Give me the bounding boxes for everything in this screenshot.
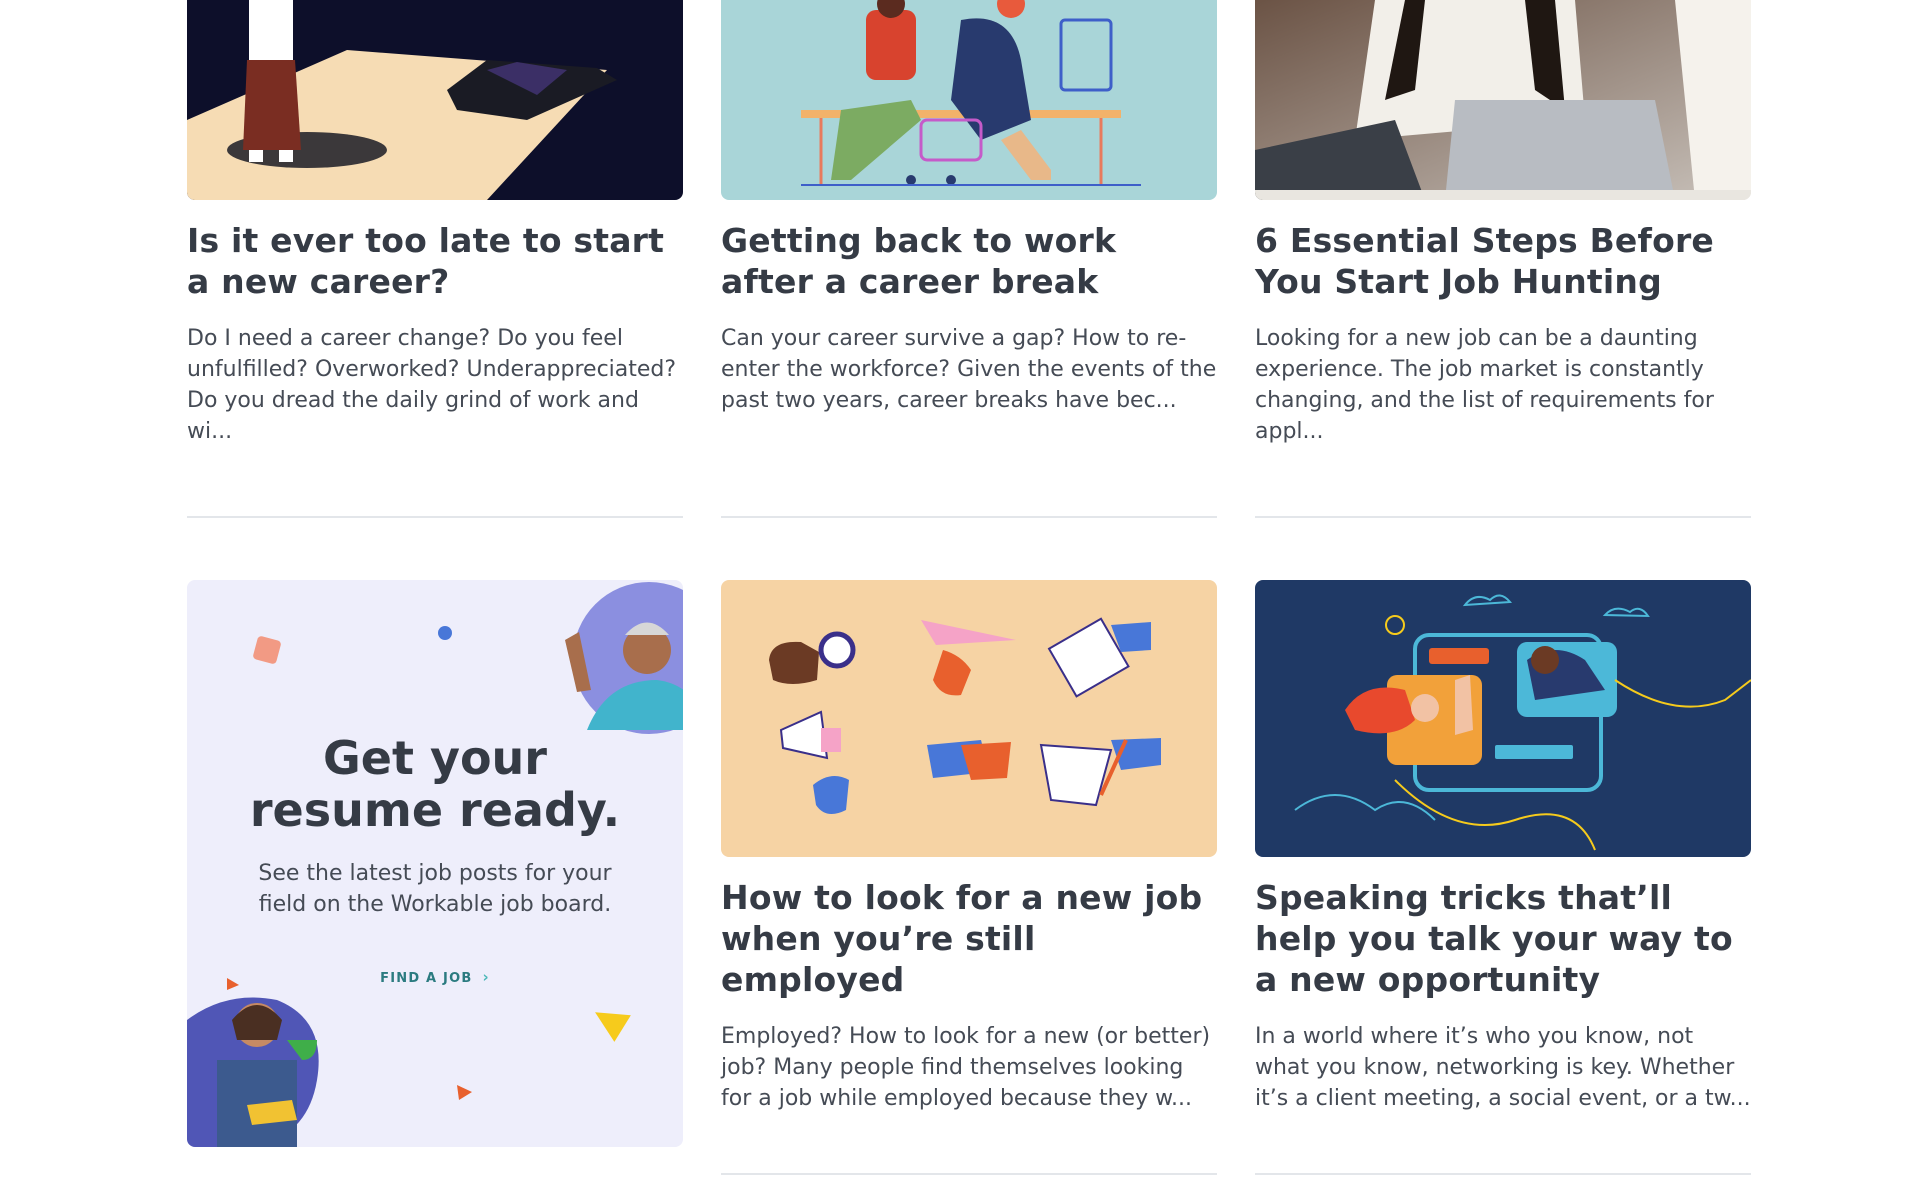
article-excerpt: Employed? How to look for a new (or bett… — [721, 1024, 1211, 1111]
find-a-job-label: FIND A JOB — [380, 971, 473, 986]
article-card-speaking-tricks[interactable]: Speaking tricks that’ll help you talk yo… — [1255, 580, 1751, 1114]
article-image-video-call[interactable] — [1255, 580, 1751, 857]
article-title[interactable]: Speaking tricks that’ll help you talk yo… — [1255, 877, 1751, 1000]
article-image-woman-doorway[interactable] — [187, 0, 683, 200]
article-image-coworkers-desk[interactable] — [721, 0, 1217, 200]
card-divider — [1255, 1173, 1751, 1175]
article-image-woman-laptop[interactable] — [1255, 0, 1751, 200]
article-card-career-break[interactable]: Getting back to work after a career brea… — [721, 0, 1217, 416]
article-card-late-career[interactable]: Is it ever too late to start a new caree… — [187, 0, 683, 447]
promo-heading: Get your resume ready. — [249, 731, 621, 837]
article-grid: Is it ever too late to start a new caree… — [0, 0, 1920, 1200]
article-title[interactable]: Getting back to work after a career brea… — [721, 220, 1217, 302]
resume-promo-card: Get your resume ready. See the latest jo… — [187, 580, 683, 1147]
article-excerpt: Do I need a career change? Do you feel u… — [187, 326, 677, 444]
card-divider — [721, 516, 1217, 518]
card-divider — [187, 516, 683, 518]
article-title[interactable]: 6 Essential Steps Before You Start Job H… — [1255, 220, 1751, 302]
promo-subtext: See the latest job posts for your field … — [258, 861, 612, 917]
article-excerpt: Can your career survive a gap? How to re… — [721, 326, 1217, 413]
article-image-job-search-icons[interactable] — [721, 580, 1217, 857]
chevron-right-icon: › — [482, 968, 490, 986]
article-title[interactable]: How to look for a new job when you’re st… — [721, 877, 1217, 1000]
article-card-job-hunting[interactable]: 6 Essential Steps Before You Start Job H… — [1255, 0, 1751, 447]
article-excerpt: Looking for a new job can be a daunting … — [1255, 326, 1714, 444]
article-title[interactable]: Is it ever too late to start a new caree… — [187, 220, 683, 302]
article-excerpt: In a world where it’s who you know, not … — [1255, 1024, 1751, 1111]
article-card-still-employed[interactable]: How to look for a new job when you’re st… — [721, 580, 1217, 1114]
card-divider — [721, 1173, 1217, 1175]
find-a-job-link[interactable]: FIND A JOB › — [187, 968, 683, 986]
card-divider — [1255, 516, 1751, 518]
